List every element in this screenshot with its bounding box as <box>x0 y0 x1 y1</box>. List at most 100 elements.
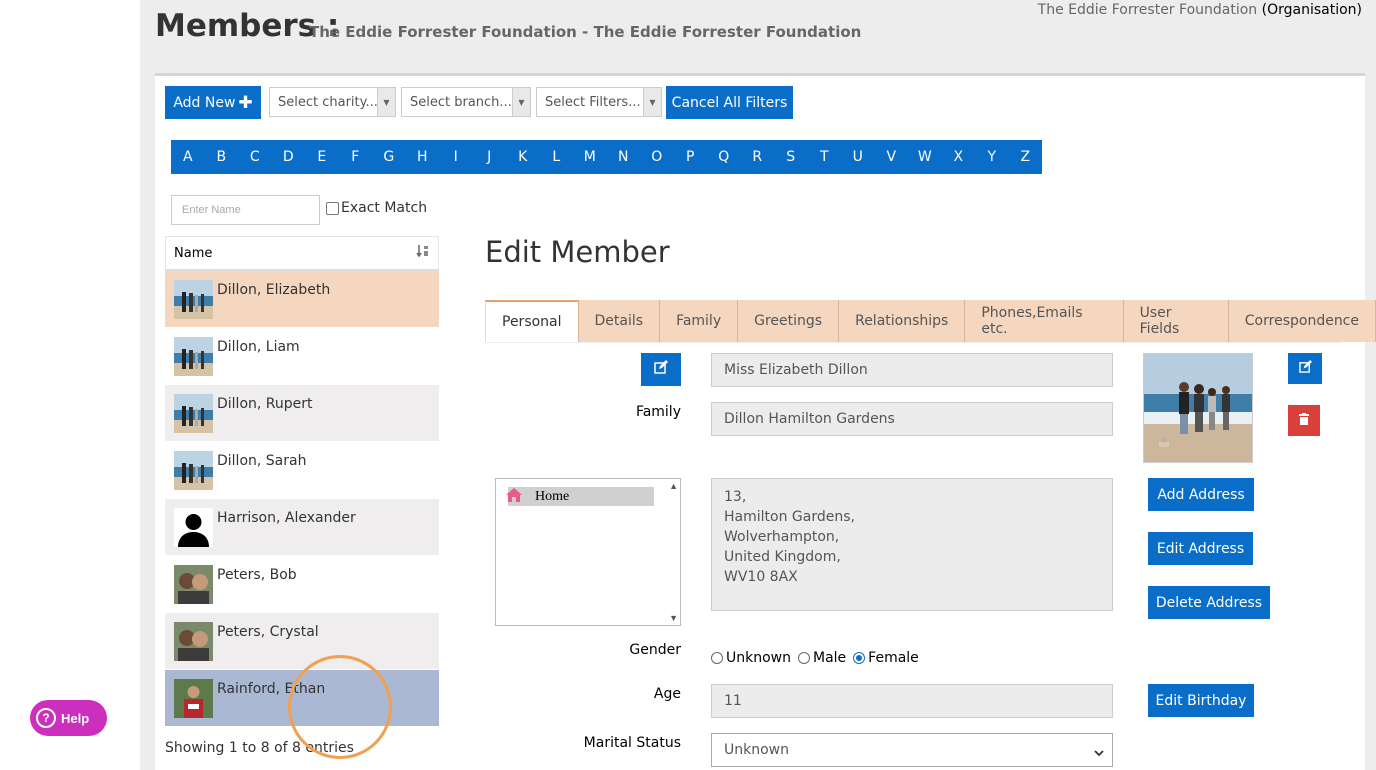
family-field[interactable]: Dillon Hamilton Gardens <box>711 402 1113 436</box>
filters-select[interactable]: Select Filters... ▼ <box>536 87 662 117</box>
add-address-button[interactable]: Add Address <box>1148 478 1254 511</box>
member-name: Dillon, Sarah <box>217 453 307 469</box>
member-photo <box>1143 353 1253 463</box>
branch-select-text: Select branch... <box>410 94 512 110</box>
edit-icon <box>1298 359 1312 378</box>
help-label: Help <box>61 710 90 726</box>
letter-filter-m[interactable]: M <box>573 140 607 174</box>
member-row[interactable]: Peters, Bob <box>165 556 439 613</box>
branch-select[interactable]: Select branch... ▼ <box>401 87 531 117</box>
address-list[interactable]: Home ▲ ▼ <box>495 478 681 626</box>
scroll-up-icon[interactable]: ▲ <box>669 481 678 491</box>
letter-filter-f[interactable]: F <box>339 140 373 174</box>
tab-family[interactable]: Family <box>660 300 739 342</box>
tab-divider <box>485 342 1340 343</box>
member-name: Dillon, Elizabeth <box>217 282 331 298</box>
gender-radio-unknown[interactable] <box>711 652 723 664</box>
letter-filter-r[interactable]: R <box>741 140 775 174</box>
letter-filter-n[interactable]: N <box>607 140 641 174</box>
tab-relationships[interactable]: Relationships <box>839 300 966 342</box>
age-field: 11 <box>711 684 1113 718</box>
member-avatar <box>174 280 213 319</box>
member-list: Name Dillon, Elizabeth Dillon, Liam Dillon… <box>165 236 439 727</box>
member-name: Dillon, Liam <box>217 339 300 355</box>
charity-select[interactable]: Select charity... ▼ <box>269 87 396 117</box>
cancel-all-filters-button[interactable]: Cancel All Filters <box>666 86 793 119</box>
letter-filter-u[interactable]: U <box>841 140 875 174</box>
address-list-item[interactable]: Home <box>506 487 654 506</box>
letter-filter-p[interactable]: P <box>674 140 708 174</box>
question-icon: ? <box>36 708 56 728</box>
add-new-button[interactable]: Add New ✚ <box>165 86 261 119</box>
member-avatar <box>174 679 213 718</box>
member-row[interactable]: Dillon, Liam <box>165 328 439 385</box>
help-button[interactable]: ? Help <box>30 700 107 736</box>
member-row[interactable]: Dillon, Sarah <box>165 442 439 499</box>
letter-filter-a[interactable]: A <box>171 140 205 174</box>
letter-filter-z[interactable]: Z <box>1009 140 1043 174</box>
letter-filter-j[interactable]: J <box>473 140 507 174</box>
letter-filter-k[interactable]: K <box>506 140 540 174</box>
letter-filter-c[interactable]: C <box>238 140 272 174</box>
address-details: 13, Hamilton Gardens, Wolverhampton, United… <box>711 478 1113 611</box>
edit-name-button[interactable] <box>641 353 681 386</box>
member-avatar <box>174 622 213 661</box>
tab-greetings[interactable]: Greetings <box>738 300 840 342</box>
plus-icon: ✚ <box>238 92 253 113</box>
exact-match-option[interactable]: Exact Match <box>326 200 427 216</box>
member-row[interactable]: Dillon, Rupert <box>165 385 439 442</box>
exact-match-label: Exact Match <box>341 200 428 216</box>
letter-filter-b[interactable]: B <box>205 140 239 174</box>
letter-filter-v[interactable]: V <box>875 140 909 174</box>
edit-photo-button[interactable] <box>1288 353 1322 384</box>
chevron-down-icon: ▼ <box>512 88 530 116</box>
letter-filter-s[interactable]: S <box>774 140 808 174</box>
address-line: 13, <box>724 489 747 505</box>
letter-filter-e[interactable]: E <box>305 140 339 174</box>
name-search-input[interactable]: Enter Name <box>171 195 320 225</box>
delete-address-button[interactable]: Delete Address <box>1148 586 1270 619</box>
address-item-label: Home <box>535 488 570 504</box>
letter-filter-g[interactable]: G <box>372 140 406 174</box>
address-line: United Kingdom, <box>724 549 841 565</box>
letter-filter-q[interactable]: Q <box>707 140 741 174</box>
age-label: Age <box>653 686 681 702</box>
click-highlight-ring <box>288 655 392 759</box>
address-line: Hamilton Gardens, <box>724 509 855 525</box>
alphabet-filter-bar: ABCDEFGHIJKLMNOPQRSTUVWXYZ <box>171 140 1042 174</box>
member-row[interactable]: Peters, Crystal <box>165 613 439 670</box>
tab-user-fields[interactable]: User Fields <box>1123 300 1229 342</box>
exact-match-checkbox[interactable] <box>326 201 339 215</box>
letter-filter-y[interactable]: Y <box>975 140 1009 174</box>
letter-filter-h[interactable]: H <box>406 140 440 174</box>
letter-filter-d[interactable]: D <box>272 140 306 174</box>
member-name: Peters, Bob <box>217 567 297 583</box>
tab-personal[interactable]: Personal <box>485 300 579 342</box>
letter-filter-i[interactable]: I <box>439 140 473 174</box>
member-row[interactable]: Dillon, Elizabeth <box>165 271 439 328</box>
edit-birthday-button[interactable]: Edit Birthday <box>1148 684 1254 717</box>
full-name-field[interactable]: Miss Elizabeth Dillon <box>711 353 1113 387</box>
tab-details[interactable]: Details <box>578 300 661 342</box>
edit-address-button[interactable]: Edit Address <box>1148 532 1253 565</box>
tab-correspondence[interactable]: Correspondence <box>1228 300 1376 342</box>
gender-option-label: Male <box>813 650 847 666</box>
letter-filter-l[interactable]: L <box>540 140 574 174</box>
gender-radio-male[interactable] <box>798 652 810 664</box>
letter-filter-x[interactable]: X <box>942 140 976 174</box>
tab-phones-emails-etc[interactable]: Phones,Emails etc. <box>965 300 1124 342</box>
delete-photo-button[interactable] <box>1288 405 1320 436</box>
marital-status-label: Marital Status <box>583 735 681 751</box>
member-avatar <box>174 451 213 490</box>
scroll-down-icon[interactable]: ▼ <box>669 613 678 623</box>
marital-status-select[interactable]: Unknown <box>711 733 1113 767</box>
gender-radio-female[interactable] <box>853 652 866 664</box>
member-list-header[interactable]: Name <box>165 236 439 271</box>
add-new-label: Add New <box>173 94 236 111</box>
letter-filter-w[interactable]: W <box>908 140 942 174</box>
member-row[interactable]: Harrison, Alexander <box>165 499 439 556</box>
letter-filter-o[interactable]: O <box>640 140 674 174</box>
sort-icon[interactable] <box>416 244 430 262</box>
letter-filter-t[interactable]: T <box>808 140 842 174</box>
organisation-label: The Eddie Forrester Foundation (Organisa… <box>1038 2 1362 18</box>
